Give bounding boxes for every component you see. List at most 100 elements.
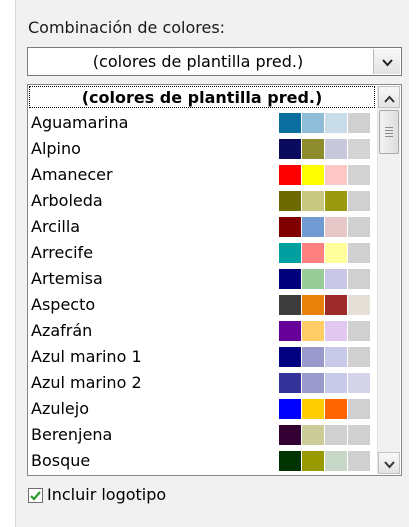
color-swatch [302, 113, 324, 133]
list-item[interactable]: Azafrán [29, 318, 375, 344]
dropdown-button[interactable] [373, 49, 400, 74]
color-swatch [302, 321, 324, 341]
list-item-label: Artemisa [31, 269, 103, 288]
color-swatches [279, 373, 371, 393]
color-swatch [325, 399, 347, 419]
list-item-selected[interactable]: (colores de plantilla pred.) [29, 86, 375, 110]
color-swatch [279, 191, 301, 211]
list-item-label: Arboleda [31, 191, 103, 210]
color-swatch [325, 217, 347, 237]
color-swatches [279, 321, 371, 341]
color-swatch [325, 139, 347, 159]
list-item[interactable]: Aspecto [29, 292, 375, 318]
list-item[interactable]: Arcilla [29, 214, 375, 240]
color-swatch [279, 113, 301, 133]
include-logo-checkbox[interactable] [28, 487, 43, 503]
color-swatch [302, 217, 324, 237]
color-swatch [325, 425, 347, 445]
color-swatch [279, 165, 301, 185]
color-swatch [348, 269, 370, 289]
color-swatch [279, 243, 301, 263]
scroll-up-button[interactable] [378, 86, 400, 108]
color-swatch [325, 269, 347, 289]
color-scheme-list[interactable]: (colores de plantilla pred.) Aguamarina Al… [27, 84, 402, 476]
color-swatch [302, 347, 324, 367]
list-item-label: Alpino [31, 139, 81, 158]
color-swatch [348, 191, 370, 211]
color-swatch [325, 321, 347, 341]
chevron-down-icon [383, 454, 395, 473]
color-swatch [302, 139, 324, 159]
color-swatches [279, 269, 371, 289]
color-swatch [325, 451, 347, 471]
color-swatch [325, 165, 347, 185]
color-swatch [348, 217, 370, 237]
scrollbar-thumb[interactable] [379, 110, 399, 154]
chevron-down-icon [381, 52, 393, 71]
color-swatches [279, 165, 371, 185]
color-swatch [302, 191, 324, 211]
color-swatch [279, 269, 301, 289]
color-swatches [279, 243, 371, 263]
color-swatch [325, 295, 347, 315]
color-swatches [279, 399, 371, 419]
color-swatch [302, 165, 324, 185]
color-swatch [302, 399, 324, 419]
color-swatch [279, 217, 301, 237]
list-item-label: Arcilla [31, 217, 81, 236]
color-swatch [279, 295, 301, 315]
color-swatches [279, 191, 371, 211]
color-swatches [279, 425, 371, 445]
color-swatch [302, 269, 324, 289]
include-logo-label: Incluir logotipo [47, 485, 167, 504]
color-swatch [302, 243, 324, 263]
grip-icon [385, 127, 393, 137]
list-item-label: Arrecife [31, 243, 94, 262]
color-swatch [348, 243, 370, 263]
vertical-scrollbar[interactable] [377, 86, 400, 474]
color-swatch [302, 425, 324, 445]
list-item[interactable]: Berenjena [29, 422, 375, 448]
color-swatches [279, 139, 371, 159]
color-swatch [325, 373, 347, 393]
include-logo-row[interactable]: Incluir logotipo [28, 484, 166, 506]
list-item[interactable]: Arrecife [29, 240, 375, 266]
color-scheme-panel: Combinación de colores: (colores de plan… [15, 0, 409, 527]
color-swatches [279, 295, 371, 315]
list-item-label: Azul marino 2 [31, 373, 142, 392]
color-swatches [279, 217, 371, 237]
list-item-label: Aspecto [31, 295, 96, 314]
list-item[interactable]: Azul marino 1 [29, 344, 375, 370]
list-item[interactable]: Aguamarina [29, 110, 375, 136]
color-swatch [279, 347, 301, 367]
list-item[interactable]: Alpino [29, 136, 375, 162]
color-swatch [348, 373, 370, 393]
color-swatch [302, 373, 324, 393]
color-scheme-dropdown[interactable]: (colores de plantilla pred.) [27, 47, 402, 76]
color-swatch [325, 191, 347, 211]
list-item[interactable]: Artemisa [29, 266, 375, 292]
list-item-label: Azulejo [31, 399, 90, 418]
color-swatch [325, 113, 347, 133]
chevron-up-icon [383, 88, 395, 107]
color-swatch [279, 373, 301, 393]
list-item-label: Azul marino 1 [31, 347, 142, 366]
color-swatch [348, 451, 370, 471]
color-swatch [279, 451, 301, 471]
color-swatches [279, 113, 371, 133]
color-swatch [348, 165, 370, 185]
list-item[interactable]: Amanecer [29, 162, 375, 188]
color-swatch [279, 321, 301, 341]
list-item[interactable]: Bosque [29, 448, 375, 474]
color-swatch [348, 425, 370, 445]
list-item-label: Azafrán [31, 321, 93, 340]
color-scheme-list-rows: (colores de plantilla pred.) Aguamarina Al… [29, 86, 375, 474]
color-scheme-selected-value: (colores de plantilla pred.) [92, 52, 304, 71]
list-item[interactable]: Azul marino 2 [29, 370, 375, 396]
list-item[interactable]: Azulejo [29, 396, 375, 422]
scroll-down-button[interactable] [378, 452, 400, 474]
list-item[interactable]: Arboleda [29, 188, 375, 214]
color-swatch [279, 399, 301, 419]
color-swatch [348, 113, 370, 133]
color-swatch [279, 139, 301, 159]
